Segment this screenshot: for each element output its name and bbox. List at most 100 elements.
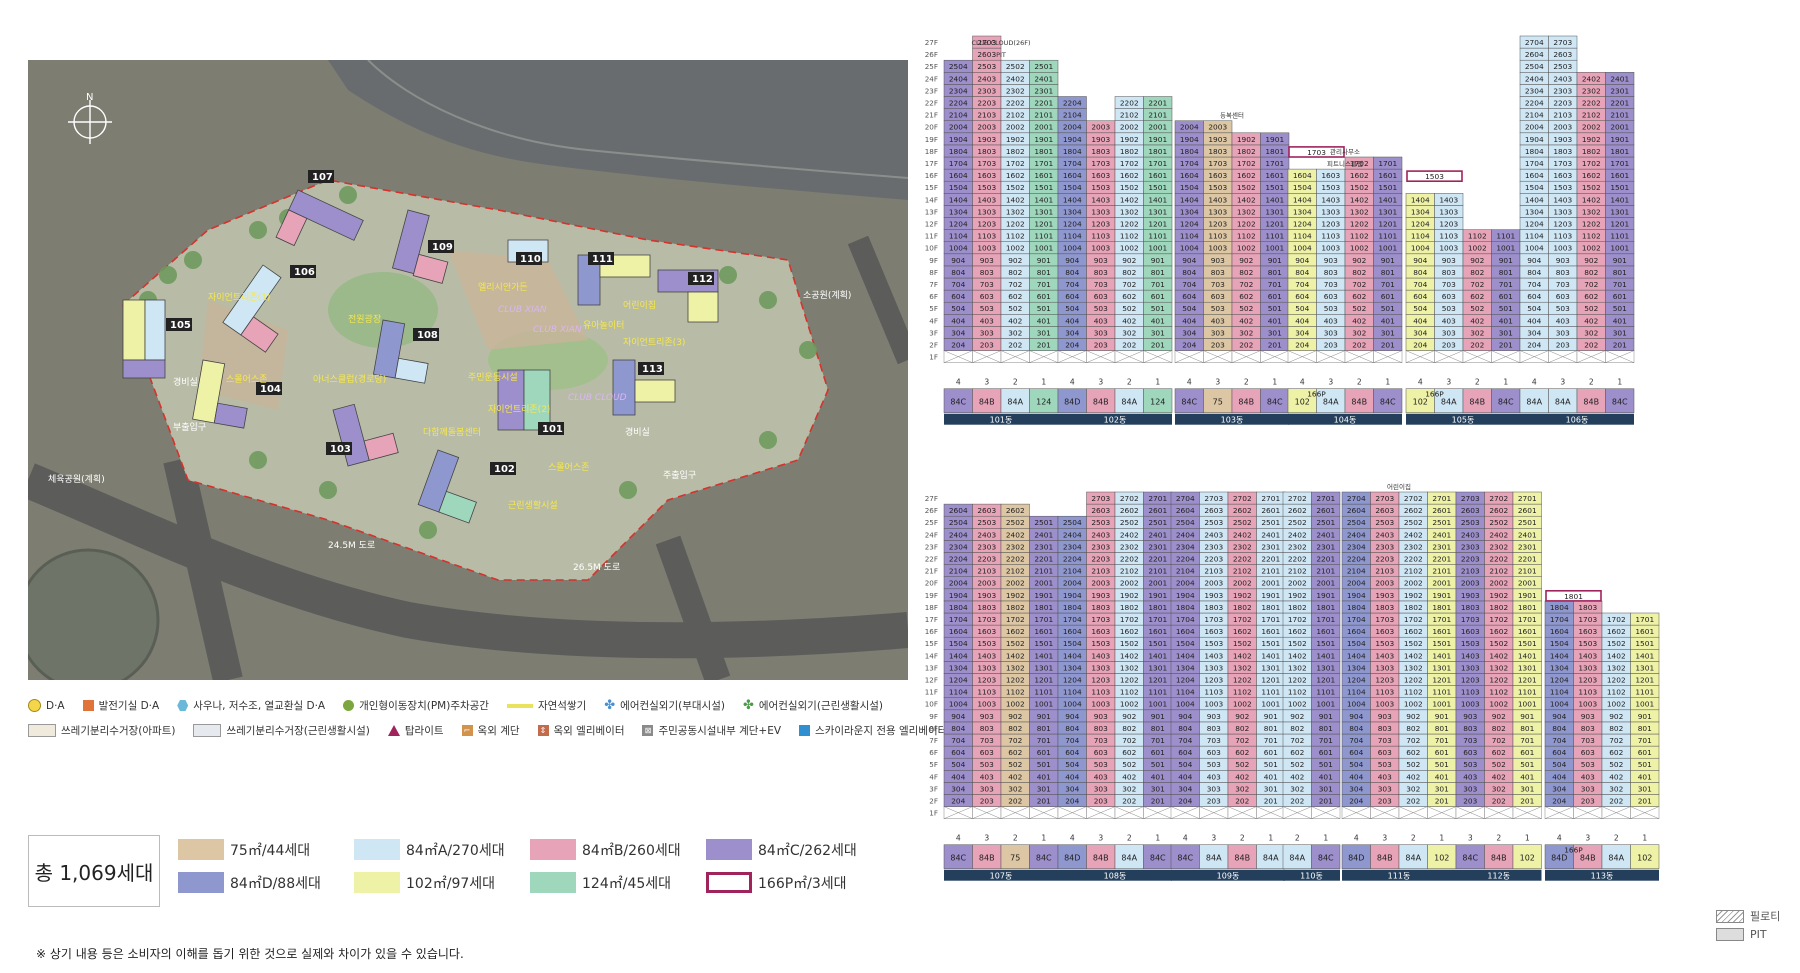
unit-number: 1401 [1518, 651, 1537, 660]
line-number: 4 [1070, 834, 1075, 843]
unit-number: 701 [1037, 736, 1051, 745]
unit-number: 1601 [1432, 627, 1451, 636]
floor-label: 9F [929, 712, 938, 721]
unit-number: 1701 [1148, 159, 1167, 168]
unit-number: 2001 [1034, 123, 1053, 132]
unit-number: 501 [1037, 304, 1051, 313]
unit-number: 1702 [1006, 615, 1025, 624]
unit-number: 2103 [1204, 567, 1223, 576]
legend-item-ac-facility: ✤ 에어컨실외기(부대시설) [604, 698, 725, 713]
floor-label: 24F [925, 530, 938, 539]
unit-number: 1603 [1553, 171, 1572, 180]
unit-number: 1804 [1180, 147, 1199, 156]
unit-number: 903 [1556, 256, 1570, 265]
type-label: 84B [1491, 854, 1507, 863]
unit-number: 2102 [1120, 111, 1139, 120]
disclaimer-note: ※ 상기 내용 등은 소비자의 이해를 돕기 위한 것으로 실제와 차이가 있을… [36, 947, 464, 961]
unit-number: 801 [1381, 268, 1395, 277]
unit-number: 1104 [1180, 232, 1199, 241]
unit-number: 2502 [1288, 518, 1307, 527]
unit-number: 302 [1352, 328, 1366, 337]
unit-number: 204 [951, 797, 965, 806]
floor-label: 16F [925, 171, 938, 180]
unit-number: 301 [1435, 784, 1449, 793]
unit-number: 604 [1178, 748, 1192, 757]
unit-number: 402 [1290, 772, 1304, 781]
unit-number: 1103 [1461, 688, 1480, 697]
unit-number: 1802 [1120, 147, 1139, 156]
floor-label: 7F [929, 736, 938, 745]
unit-number: 2203 [977, 99, 996, 108]
unit-number: 401 [1319, 772, 1333, 781]
unit-number: 602 [1470, 292, 1484, 301]
line-number: 1 [1385, 378, 1390, 387]
unit-number: 604 [1065, 748, 1079, 757]
unit-number: 1403 [977, 651, 996, 660]
line-number: 4 [1354, 834, 1359, 843]
type-label: 84A [1441, 398, 1457, 407]
building-elevation: 204 304 404 504 604 704 804 904 1004 1104 1204 1304… [1341, 482, 1457, 881]
unit-number: 403 [980, 316, 994, 325]
unit-number: 1401 [1635, 651, 1654, 660]
unit-number: 1203 [977, 220, 996, 229]
unit-number: 203 [1324, 341, 1338, 350]
unit-number: 2401 [1261, 530, 1280, 539]
unit-number: 1901 [1265, 135, 1284, 144]
unit-number: 2604 [1176, 506, 1195, 515]
unit-number: 1003 [1091, 244, 1110, 253]
unit-number: 202 [1239, 341, 1253, 350]
unit-number: 201 [1520, 797, 1534, 806]
unit-number: 601 [1435, 748, 1449, 757]
unit-number: 1103 [1204, 688, 1223, 697]
unit-number: 2001 [1261, 579, 1280, 588]
unit-number: 1701 [1518, 615, 1537, 624]
unit-number: 1101 [1034, 232, 1053, 241]
unit-number: 1703 [977, 159, 996, 168]
unit-number: 1701 [1316, 615, 1335, 624]
unit-number: 203 [1581, 797, 1595, 806]
unit-number: 2201 [1432, 555, 1451, 564]
unit-number: 2502 [1233, 518, 1252, 527]
label-honors-club: 아너스클럽(경로당) [313, 373, 386, 385]
unit-number: 1304 [1525, 207, 1544, 216]
unit-number: 1704 [949, 159, 968, 168]
penthouse-label: 166P [1307, 390, 1326, 399]
unit-number: 1502 [1582, 183, 1601, 192]
unit-number: 901 [1268, 256, 1282, 265]
type-label: 84B [979, 854, 995, 863]
unit-number: 704 [1065, 736, 1079, 745]
unit-number: 1702 [1233, 615, 1252, 624]
unit-number: 502 [1352, 304, 1366, 313]
legend-item-da: D·A [28, 699, 65, 712]
unit-number: 1201 [1148, 676, 1167, 685]
unit-number: 304 [951, 784, 965, 793]
unit-number: 2004 [1063, 579, 1082, 588]
unit-number: 1201 [1261, 676, 1280, 685]
unit-number: 1702 [1006, 159, 1025, 168]
unit-number: 1604 [949, 171, 968, 180]
floor-label: 21F [925, 111, 938, 120]
floor-label: 25F [925, 518, 938, 527]
unit-number: 501 [1037, 760, 1051, 769]
beige-square-icon [28, 724, 56, 737]
unit-number: 1002 [1288, 700, 1307, 709]
unit-number: 604 [1413, 292, 1427, 301]
unit-number: 1201 [1265, 220, 1284, 229]
unit-number: 304 [1178, 784, 1192, 793]
unit-number: 1201 [1432, 676, 1451, 685]
unit-number: 303 [1463, 784, 1477, 793]
unit-number: 1802 [1288, 603, 1307, 612]
unit-number: 201 [1151, 341, 1165, 350]
unit-number: 1501 [1265, 183, 1284, 192]
floor-label: 4F [929, 772, 938, 781]
unit-number: 2104 [1063, 567, 1082, 576]
unit-number: 2602 [1120, 506, 1139, 515]
unit-number: 1402 [1489, 651, 1508, 660]
unit-number: 503 [1378, 760, 1392, 769]
park-circle [28, 548, 160, 680]
unit-number: 1004 [1063, 244, 1082, 253]
unit-number: 804 [951, 268, 965, 277]
unit-number: 1101 [1148, 232, 1167, 241]
swatch-icon [530, 872, 576, 893]
unit-number: 804 [1413, 268, 1427, 277]
